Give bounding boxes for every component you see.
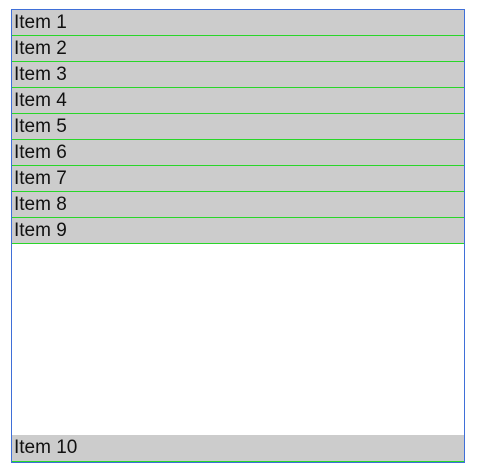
list-item[interactable]: Item 8 [12, 192, 464, 218]
list-item[interactable]: Item 10 [12, 435, 464, 462]
list-item[interactable]: Item 2 [12, 36, 464, 62]
item-list[interactable]: Item 1 Item 2 Item 3 Item 4 Item 5 Item … [12, 10, 464, 462]
list-item[interactable]: Item 9 [12, 218, 464, 244]
list-container[interactable]: Item 1 Item 2 Item 3 Item 4 Item 5 Item … [11, 9, 465, 463]
list-item[interactable]: Item 7 [12, 166, 464, 192]
list-item[interactable]: Item 4 [12, 88, 464, 114]
list-item[interactable]: Item 1 [12, 10, 464, 36]
list-item[interactable]: Item 5 [12, 114, 464, 140]
list-item[interactable]: Item 3 [12, 62, 464, 88]
list-item[interactable]: Item 6 [12, 140, 464, 166]
